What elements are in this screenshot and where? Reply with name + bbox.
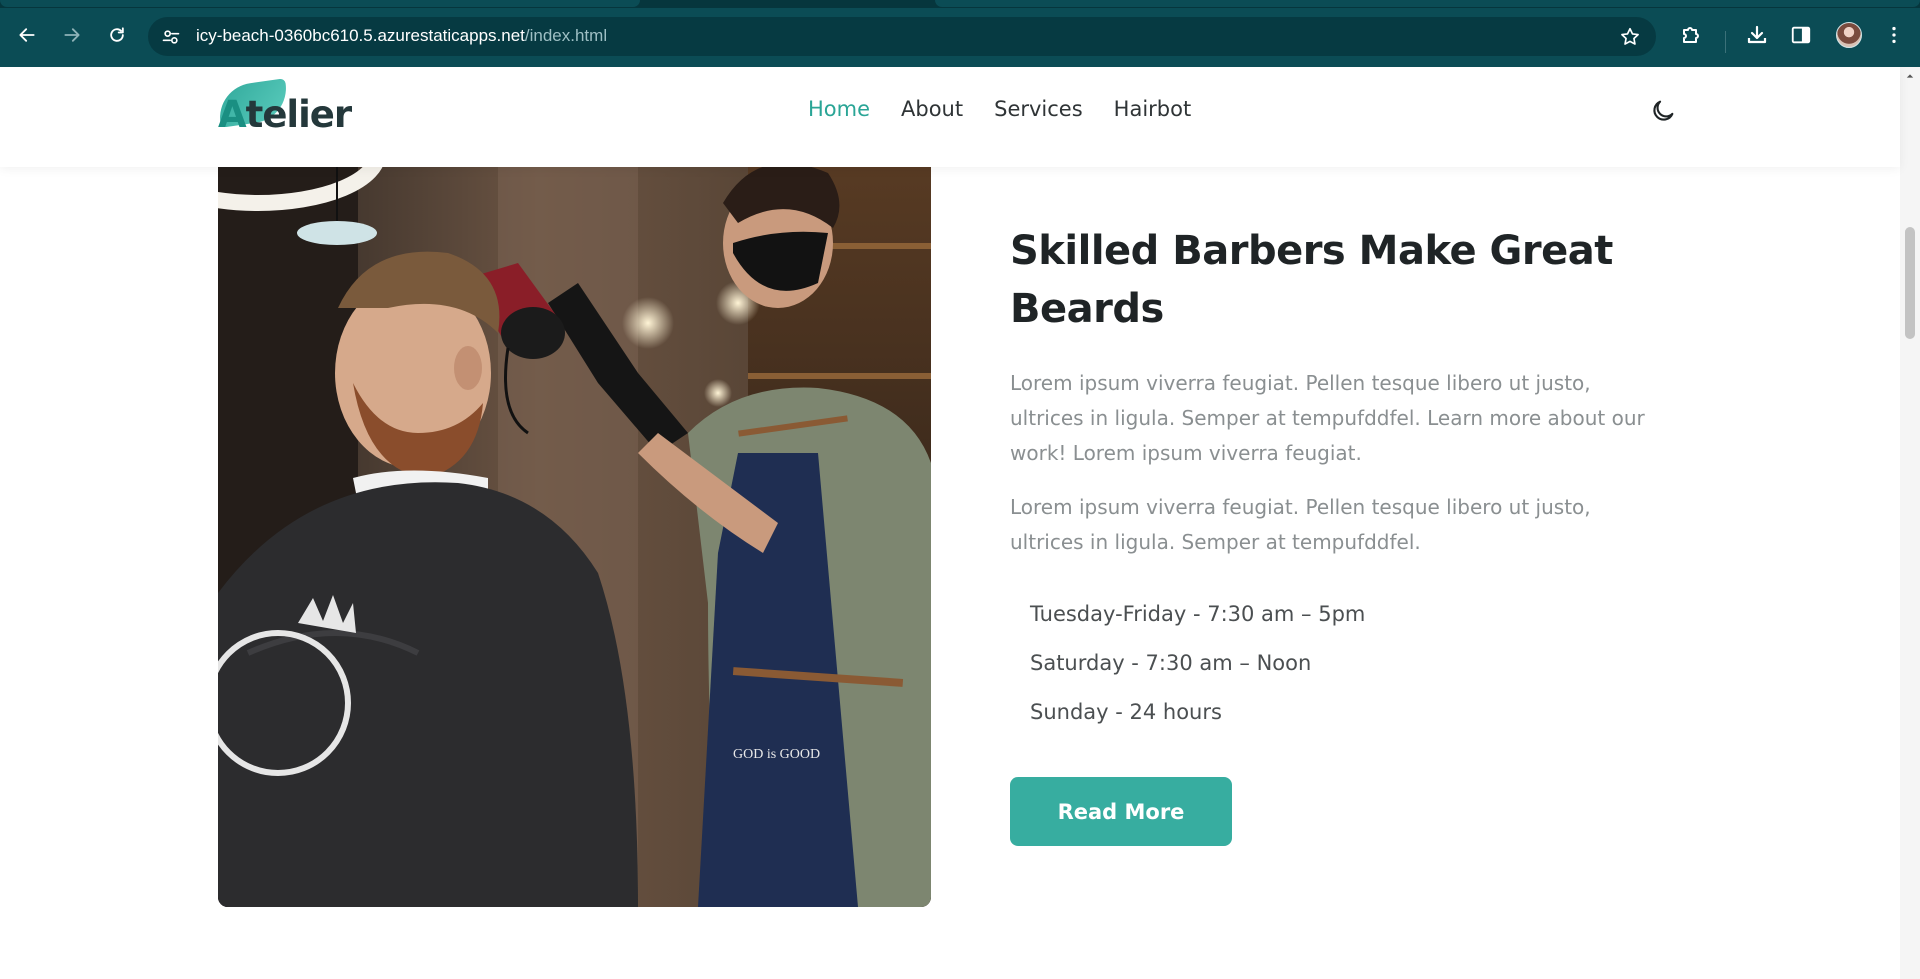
- scrollbar-thumb[interactable]: [1905, 227, 1915, 339]
- toolbar-divider: [1725, 31, 1726, 53]
- logo-rest: telier: [245, 93, 352, 136]
- download-icon[interactable]: [1743, 21, 1771, 49]
- nav-link-services[interactable]: Services: [994, 97, 1083, 121]
- side-panel-icon[interactable]: [1787, 21, 1815, 49]
- reload-icon[interactable]: [104, 22, 130, 48]
- nav-link-hairbot[interactable]: Hairbot: [1114, 97, 1192, 121]
- browser-tab[interactable]: [0, 0, 640, 7]
- logo-initial: A: [218, 93, 247, 136]
- url-text[interactable]: icy-beach-0360bc610.5.azurestaticapps.ne…: [196, 26, 607, 46]
- read-more-button[interactable]: Read More: [1010, 777, 1232, 846]
- barber-photo: GOD is GOOD: [218, 133, 931, 907]
- tab-strip: [0, 0, 1920, 8]
- address-bar[interactable]: icy-beach-0360bc610.5.azurestaticapps.ne…: [148, 17, 1656, 56]
- forward-arrow-icon[interactable]: [59, 22, 85, 48]
- back-arrow-icon[interactable]: [14, 22, 40, 48]
- page-scrollbar[interactable]: [1900, 67, 1920, 979]
- main-nav: Home About Services Hairbot: [808, 97, 1191, 121]
- profile-avatar[interactable]: [1836, 22, 1862, 48]
- kebab-menu-icon[interactable]: [1880, 21, 1908, 49]
- nav-link-home[interactable]: Home: [808, 97, 870, 121]
- logo-text: Atelier: [218, 93, 352, 136]
- opening-hours-item: Sunday - 24 hours: [1030, 700, 1222, 724]
- apron-text: GOD is GOOD: [733, 747, 820, 762]
- site-settings-icon[interactable]: [160, 26, 182, 48]
- section-heading: Skilled Barbers Make Great Beards: [1010, 228, 1613, 332]
- section-paragraph: Lorem ipsum viverra feugiat. Pellen tesq…: [1010, 371, 1645, 465]
- about-content: Skilled Barbers Make Great Beards Lorem …: [1010, 222, 1670, 846]
- page-viewport: Atelier Home About Services Hairbot GOD …: [0, 67, 1920, 979]
- puzzle-icon[interactable]: [1677, 21, 1705, 49]
- barber-photo-illustration: GOD is GOOD: [218, 133, 931, 907]
- url-host: icy-beach-0360bc610.5.azurestaticapps.ne…: [196, 26, 525, 45]
- scroll-up-arrow-icon[interactable]: [1905, 71, 1915, 81]
- star-icon[interactable]: [1618, 25, 1642, 49]
- opening-hours-item: Saturday - 7:30 am – Noon: [1030, 651, 1312, 675]
- browser-tab[interactable]: [935, 0, 1920, 7]
- site-header: Atelier Home About Services Hairbot: [0, 67, 1900, 167]
- browser-toolbar: icy-beach-0360bc610.5.azurestaticapps.ne…: [0, 8, 1920, 67]
- opening-hours-list: Tuesday-Friday - 7:30 am – 5pm Saturday …: [1010, 590, 1670, 737]
- nav-link-about[interactable]: About: [901, 97, 963, 121]
- moon-icon[interactable]: [1648, 96, 1678, 126]
- opening-hours-item: Tuesday-Friday - 7:30 am – 5pm: [1030, 602, 1366, 626]
- url-path: /index.html: [524, 26, 608, 45]
- section-paragraph: Lorem ipsum viverra feugiat. Pellen tesq…: [1010, 495, 1591, 554]
- site-logo[interactable]: Atelier: [215, 78, 352, 139]
- browser-chrome: icy-beach-0360bc610.5.azurestaticapps.ne…: [0, 0, 1920, 67]
